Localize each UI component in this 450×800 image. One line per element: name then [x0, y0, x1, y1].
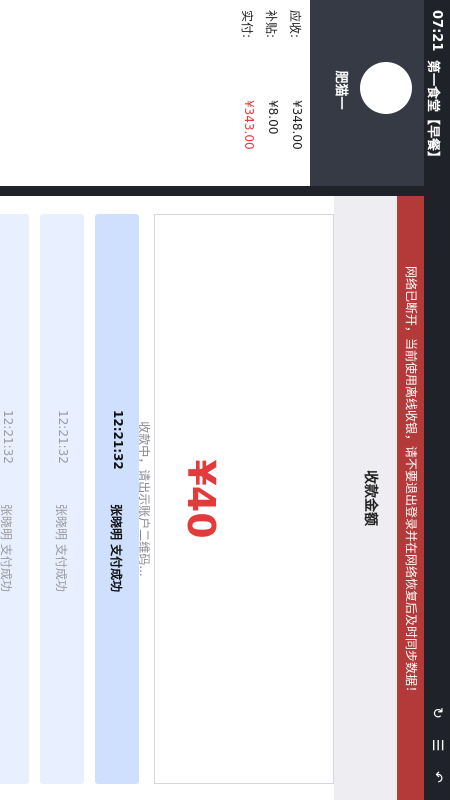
- canteen-title: 第一食堂【早餐】: [425, 60, 440, 165]
- payment-card: ¥40 收款中，请出示账户二维码...: [137, 214, 334, 784]
- payment-title-bar: 收款金额: [334, 196, 397, 800]
- status-bar: 07:21 第一食堂【早餐】 ↻ ☰ ↶: [424, 0, 450, 800]
- record-text: 张晓明 支付成功: [54, 504, 68, 592]
- record-time: 12:21:32: [111, 410, 125, 470]
- avatar: [360, 62, 412, 114]
- due-label: 应收:: [288, 10, 302, 39]
- subsidy-label: 补贴:: [264, 10, 278, 39]
- record-row[interactable]: 12:21:32 张晓明 支付成功: [40, 214, 84, 784]
- due-row: 应收: ¥348.00: [284, 0, 304, 186]
- refresh-icon[interactable]: ↻: [428, 704, 446, 722]
- paid-value: ¥343.00: [242, 100, 256, 150]
- subsidy-value: ¥8.00: [266, 100, 280, 135]
- payment-summary: 应收: ¥348.00 补贴: ¥8.00 实付: ¥343.00: [0, 0, 310, 186]
- app-screen: 07:21 第一食堂【早餐】 ↻ ☰ ↶ 肥猫一 应收: ¥348.00 补贴:…: [0, 0, 450, 800]
- user-card: 肥猫一: [310, 0, 424, 186]
- status-time: 07:21: [429, 10, 444, 52]
- record-time: 12:21:32: [56, 410, 70, 464]
- paid-row: 实付: ¥343.00: [236, 0, 256, 186]
- record-text: 张晓明 支付成功: [0, 504, 13, 592]
- payment-panel: 收款金额 ¥40 收款中，请出示账户二维码... 12:21:32 张晓明 支付…: [0, 196, 397, 800]
- record-time: 12:21:32: [1, 410, 15, 464]
- subsidy-row: 补贴: ¥8.00: [260, 0, 280, 186]
- record-row[interactable]: 12:21:32 张晓明 支付成功: [0, 214, 29, 784]
- record-row[interactable]: 12:21:32 张晓明 支付成功: [95, 214, 139, 784]
- menu-icon[interactable]: ☰: [428, 736, 446, 754]
- record-text: 张晓明 支付成功: [109, 504, 123, 593]
- payment-title: 收款金额: [362, 470, 378, 526]
- offline-banner: 网络已断开，当前使用离线收银，请不要退出登录并在网络恢复后及时同步数据！: [397, 196, 424, 800]
- paid-label: 实付:: [240, 10, 254, 39]
- nav-icons: ↻ ☰ ↶: [428, 704, 446, 786]
- due-value: ¥348.00: [290, 100, 304, 150]
- back-icon[interactable]: ↶: [428, 768, 446, 786]
- user-name: 肥猫一: [333, 70, 348, 110]
- payment-amount: ¥40: [179, 459, 223, 539]
